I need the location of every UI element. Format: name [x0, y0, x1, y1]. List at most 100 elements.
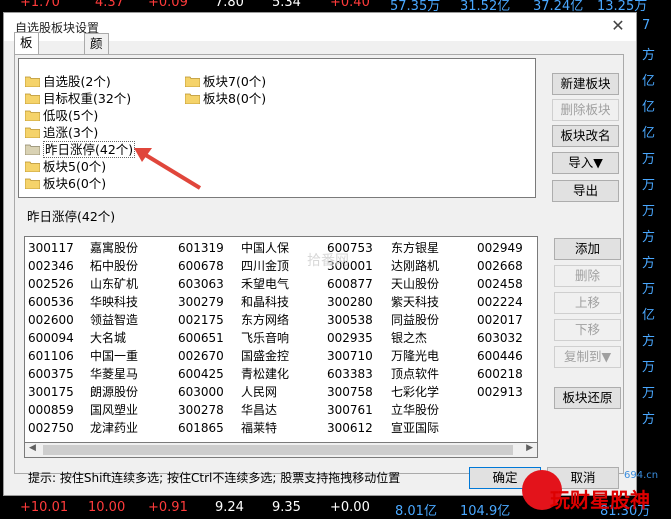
stock-code: 300538: [327, 313, 373, 327]
delete-stock-button[interactable]: 删除: [554, 265, 621, 287]
block-item-label: 目标权重(32个): [43, 91, 132, 106]
folder-icon: [25, 76, 40, 87]
stock-name: 山东矿机: [90, 277, 139, 291]
new-block-button[interactable]: 新建板块: [552, 73, 619, 95]
stock-code: 002668: [477, 259, 523, 273]
bg-value: +0.00: [330, 500, 370, 515]
stock-code: 300279: [178, 295, 224, 309]
bg-value: 9.35: [272, 500, 301, 515]
stock-code: 603032: [477, 331, 523, 345]
bg-value: 4.37: [95, 0, 124, 10]
hint-text: 提示: 按住Shift连续多选; 按住Ctrl不连续多选; 股票支持拖拽移动位置: [28, 471, 401, 485]
bg-value: 方: [642, 48, 656, 63]
bg-value: 万: [642, 386, 656, 401]
bg-value: +0.40: [330, 0, 370, 10]
scrollbar-thumb[interactable]: [43, 445, 513, 455]
stock-name: 天山股份: [391, 277, 440, 291]
stock-name: 紫天科技: [391, 295, 440, 309]
stock-code: 300612: [327, 421, 373, 435]
stock-code: 002949: [477, 241, 523, 255]
stock-code: 600375: [28, 367, 74, 381]
stock-name: 万隆光电: [391, 349, 440, 363]
block-item[interactable]: 自选股(2个): [25, 73, 111, 90]
stock-name: 中国一重: [90, 349, 139, 363]
block-item[interactable]: 板块8(0个): [185, 90, 266, 107]
stock-name: 领益智造: [90, 313, 139, 327]
block-item-label: 板块8(0个): [203, 91, 267, 106]
block-item-label: 追涨(3个): [43, 125, 99, 140]
block-item[interactable]: 追涨(3个): [25, 124, 98, 141]
stock-code: 300280: [327, 295, 373, 309]
stock-list[interactable]: 300117 嘉寓股份 601319 中国人保 600753 东方银星 0029…: [24, 236, 538, 458]
bg-value: 10.00: [88, 500, 126, 515]
brand-url: 694.cn: [624, 470, 659, 481]
block-item[interactable]: 板块7(0个): [185, 73, 266, 90]
import-button[interactable]: 导入▼: [552, 152, 619, 174]
background-quote-column-right: 7 方 亿 亿 亿 万 万 万 方 方 万 亿 方 万 万 方: [640, 12, 671, 496]
bg-value: 万: [642, 282, 656, 297]
stock-code: 300758: [327, 385, 373, 399]
stock-code: 002600: [28, 313, 74, 327]
stock-name: 四川金顶: [241, 259, 290, 273]
bg-value: 方: [642, 334, 656, 349]
bg-value: 亿: [642, 74, 656, 89]
stock-code: 300175: [28, 385, 74, 399]
stock-code: 002526: [28, 277, 74, 291]
stock-code: 300761: [327, 403, 373, 417]
bg-value: 亿: [642, 126, 656, 141]
stock-name: 福莱特: [241, 421, 278, 435]
stock-code: 603383: [327, 367, 373, 381]
block-item[interactable]: 目标权重(32个): [25, 90, 131, 107]
bg-value: 7: [642, 18, 651, 33]
folder-icon: [25, 110, 40, 121]
block-item[interactable]: 板块6(0个): [25, 175, 106, 192]
move-up-button[interactable]: 上移: [554, 292, 621, 314]
horizontal-scrollbar[interactable]: ◀ ▶: [24, 442, 538, 458]
move-down-button[interactable]: 下移: [554, 319, 621, 341]
stock-name: 华菱星马: [90, 367, 139, 381]
stock-code: 002935: [327, 331, 373, 345]
stock-name: 国盛金控: [241, 349, 290, 363]
stock-name: 朗源股份: [90, 385, 139, 399]
stock-name: 华昌达: [241, 403, 278, 417]
block-list[interactable]: 自选股(2个) 目标权重(32个) 低吸(5个) 追涨(3个) 昨日涨停(42个…: [18, 58, 536, 198]
stock-name: 柘中股份: [90, 259, 139, 273]
bg-value: +0.91: [148, 500, 188, 515]
stock-code: 300278: [178, 403, 224, 417]
delete-block-button[interactable]: 删除板块: [552, 99, 619, 121]
restore-block-button[interactable]: 板块还原: [554, 387, 621, 409]
folder-icon: [25, 144, 40, 155]
block-item-label: 板块7(0个): [203, 74, 267, 89]
add-stock-button[interactable]: 添加: [554, 238, 621, 260]
stock-name: 东方网络: [241, 313, 290, 327]
bg-value: 方: [642, 412, 656, 427]
stock-code: 000859: [28, 403, 74, 417]
stock-code: 600536: [28, 295, 74, 309]
stock-name: 大名城: [90, 331, 127, 345]
folder-icon: [25, 127, 40, 138]
tab-color-settings[interactable]: 颜色设置: [84, 33, 109, 111]
scroll-left-icon[interactable]: ◀: [29, 443, 36, 453]
stock-code: 601106: [28, 349, 74, 363]
stock-name: 银之杰: [391, 331, 428, 345]
bg-value: +0.09: [148, 0, 188, 10]
bg-value: 方: [642, 230, 656, 245]
stock-name: 同益股份: [391, 313, 440, 327]
block-item-label: 板块6(0个): [43, 176, 107, 191]
block-item-label: 自选股(2个): [43, 74, 111, 89]
close-icon[interactable]: ✕: [608, 16, 628, 35]
stock-code: 002913: [477, 385, 523, 399]
tab-block-settings[interactable]: 板块设置: [14, 32, 39, 110]
rename-block-button[interactable]: 板块改名: [552, 125, 619, 147]
brand-watermark: 玩财星股神 694.cn: [512, 466, 671, 514]
block-item-selected[interactable]: 昨日涨停(42个): [25, 141, 136, 158]
bg-value: 104.9亿: [460, 504, 511, 519]
block-item[interactable]: 板块5(0个): [25, 158, 106, 175]
stock-name: 顶点软件: [391, 367, 440, 381]
folder-icon: [185, 76, 200, 87]
export-button[interactable]: 导出: [552, 180, 619, 202]
block-item[interactable]: 低吸(5个): [25, 107, 98, 124]
annotation-arrow-icon: [134, 148, 202, 190]
copy-to-button[interactable]: 复制到▼: [554, 346, 621, 368]
scroll-right-icon[interactable]: ▶: [526, 443, 533, 453]
